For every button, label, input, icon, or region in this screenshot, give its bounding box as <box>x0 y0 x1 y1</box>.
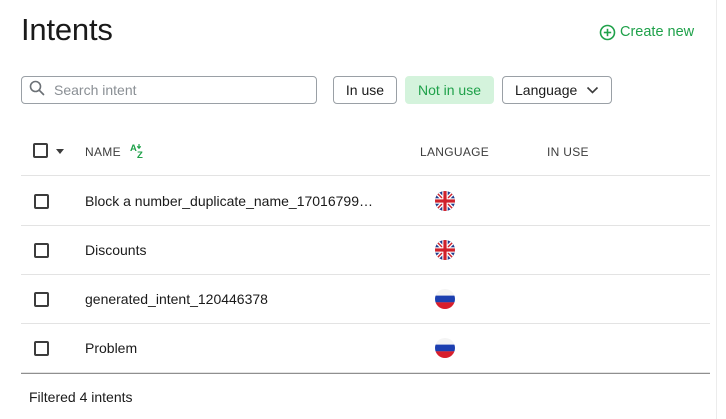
column-header-language: LANGUAGE <box>420 145 490 159</box>
table-row[interactable]: generated_intent_120446378 <box>21 275 710 324</box>
row-checkbox[interactable] <box>34 194 49 209</box>
filter-not-in-use-button[interactable]: Not in use <box>405 76 494 104</box>
search-box[interactable] <box>21 76 317 104</box>
row-checkbox[interactable] <box>34 341 49 356</box>
plus-circle-icon <box>599 24 616 41</box>
gb-flag-icon <box>435 191 455 211</box>
table-row[interactable]: Block a number_duplicate_name_17016799… <box>21 177 710 226</box>
ru-flag-icon <box>435 289 455 309</box>
table-row[interactable]: Problem <box>21 324 710 373</box>
scrollbar-track[interactable] <box>716 0 726 419</box>
search-input[interactable] <box>54 82 304 98</box>
row-checkbox[interactable] <box>34 292 49 307</box>
intent-name[interactable]: generated_intent_120446378 <box>85 291 268 307</box>
footer-divider <box>21 373 710 374</box>
column-header-name: NAME <box>85 145 121 159</box>
row-checkbox[interactable] <box>34 243 49 258</box>
svg-text:A: A <box>130 143 137 154</box>
intent-name[interactable]: Block a number_duplicate_name_17016799… <box>85 193 373 209</box>
filter-status: Filtered 4 intents <box>29 389 133 405</box>
table-row[interactable]: Discounts <box>21 226 710 275</box>
select-all-checkbox[interactable] <box>33 143 48 158</box>
intent-name[interactable]: Problem <box>85 340 137 356</box>
language-dropdown-label: Language <box>515 82 578 98</box>
create-new-button[interactable]: Create new <box>599 22 694 42</box>
table-header: NAME A Z LANGUAGE IN USE <box>21 128 710 176</box>
gb-flag-icon <box>435 240 455 260</box>
intent-name[interactable]: Discounts <box>85 242 146 258</box>
language-dropdown[interactable]: Language <box>502 76 612 104</box>
filter-in-use-button[interactable]: In use <box>333 76 397 104</box>
search-icon <box>29 80 45 101</box>
page-title: Intents <box>21 12 113 47</box>
ru-flag-icon <box>435 338 455 358</box>
svg-text:Z: Z <box>137 150 143 160</box>
sort-az-icon[interactable]: A Z <box>129 142 147 165</box>
create-new-label: Create new <box>620 24 695 40</box>
select-menu-caret-icon[interactable] <box>56 149 64 154</box>
column-header-in-use: IN USE <box>547 145 589 159</box>
